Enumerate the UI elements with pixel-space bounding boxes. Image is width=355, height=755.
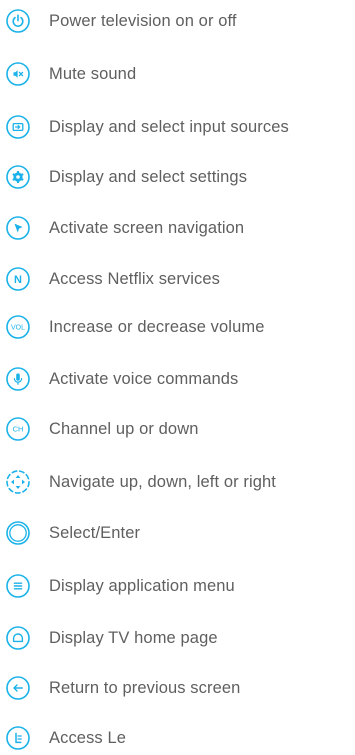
legend-label: Access Netflix services	[49, 270, 221, 288]
legend-item-volume: VOL Increase or decrease volume	[0, 310, 355, 344]
le-icon	[6, 726, 30, 750]
channel-glyph: CH	[13, 425, 24, 434]
mute-icon	[6, 62, 30, 86]
netflix-icon: N	[6, 267, 30, 291]
legend-label: Navigate up, down, left or right	[49, 473, 276, 491]
navigation-arrows-icon	[6, 470, 30, 494]
legend-item-settings: Display and select settings	[0, 160, 355, 194]
legend-label: Return to previous screen	[49, 679, 241, 697]
legend-item-home: Display TV home page	[0, 621, 355, 655]
legend-label: Display application menu	[49, 577, 235, 595]
menu-icon	[6, 574, 30, 598]
remote-button-legend: Power television on or off Mute sound Di…	[0, 0, 355, 750]
home-icon	[6, 626, 30, 650]
legend-item-navigate: Navigate up, down, left or right	[0, 465, 355, 499]
legend-item-mute: Mute sound	[0, 57, 355, 91]
legend-item-netflix: N Access Netflix services	[0, 262, 355, 296]
legend-label: Select/Enter	[49, 524, 141, 542]
select-enter-icon	[6, 521, 30, 545]
legend-item-screen-navigation: Activate screen navigation	[0, 211, 355, 245]
legend-item-power: Power television on or off	[0, 4, 355, 38]
settings-icon	[6, 165, 30, 189]
microphone-icon	[6, 367, 30, 391]
power-icon	[6, 9, 30, 33]
legend-label: Display TV home page	[49, 629, 218, 647]
legend-item-select-enter: Select/Enter	[0, 516, 355, 550]
legend-label: Channel up or down	[49, 420, 199, 438]
back-arrow-icon	[6, 676, 30, 700]
volume-icon: VOL	[6, 315, 30, 339]
input-icon	[6, 115, 30, 139]
legend-label: Increase or decrease volume	[49, 318, 265, 336]
legend-label: Power television on or off	[49, 12, 237, 30]
legend-label: Activate voice commands	[49, 370, 239, 388]
netflix-glyph: N	[14, 274, 22, 286]
legend-item-channel: CH Channel up or down	[0, 412, 355, 446]
channel-icon: CH	[6, 417, 30, 441]
legend-label: Mute sound	[49, 65, 137, 83]
legend-item-input: Display and select input sources	[0, 110, 355, 144]
legend-item-return: Return to previous screen	[0, 671, 355, 705]
legend-item-voice: Activate voice commands	[0, 362, 355, 396]
legend-label: Display and select settings	[49, 168, 248, 186]
pointer-icon	[6, 216, 30, 240]
volume-glyph: VOL	[11, 325, 25, 332]
legend-item-app-menu: Display application menu	[0, 569, 355, 603]
legend-label: Activate screen navigation	[49, 219, 245, 237]
legend-label: Display and select input sources	[49, 118, 289, 136]
